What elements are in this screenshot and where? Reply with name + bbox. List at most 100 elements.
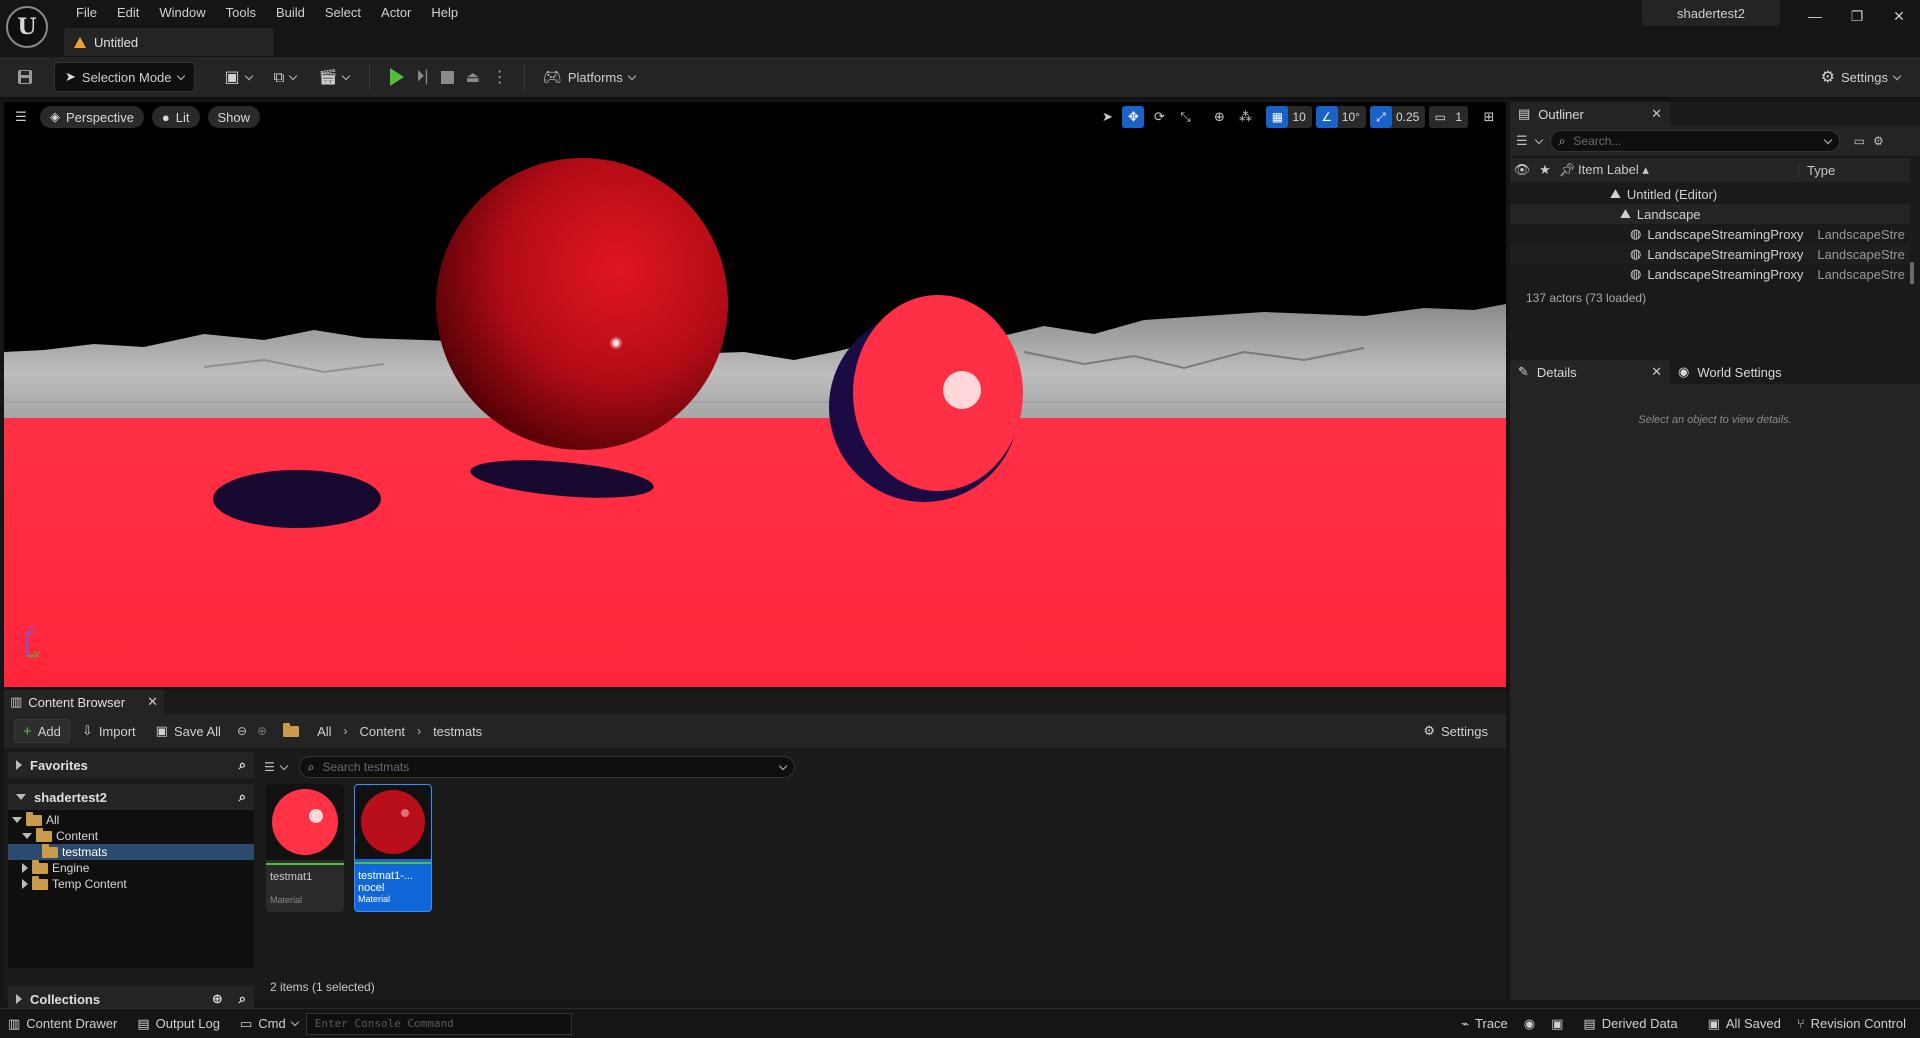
add-actor-button[interactable]: ▣ bbox=[219, 62, 258, 92]
view-mode-button[interactable]: ◈ Perspective bbox=[40, 106, 144, 128]
content-browser-tab[interactable]: ▥ Content Browser ✕ bbox=[4, 690, 164, 714]
outliner-row[interactable]: ⛰︎ Landscape bbox=[1510, 204, 1910, 224]
add-folder-icon[interactable]: ▭ bbox=[1854, 134, 1865, 148]
menu-actor[interactable]: Actor bbox=[371, 3, 421, 22]
asset-tile-selected[interactable]: testmat1-... nocel Material bbox=[354, 784, 432, 912]
screenshot-icon[interactable]: ▣ bbox=[1543, 1009, 1571, 1038]
surface-snap-icon[interactable]: ⁂ bbox=[1234, 106, 1256, 128]
outliner-row[interactable]: ◍ LandscapeStreamingProxy LandscapeStre bbox=[1510, 224, 1910, 244]
col-item-label[interactable]: Item Label ▴ bbox=[1578, 162, 1798, 178]
selection-mode-dropdown[interactable]: ➤ Selection Mode bbox=[54, 62, 195, 92]
details-tab[interactable]: ✎ Details ✕ bbox=[1510, 360, 1670, 384]
stop-button[interactable] bbox=[435, 62, 460, 92]
viewport-layout-icon[interactable]: ⊞ bbox=[1478, 106, 1500, 128]
blueprint-button[interactable]: ⧉ bbox=[268, 62, 303, 92]
chevron-down-icon[interactable] bbox=[279, 761, 289, 770]
content-drawer-button[interactable]: ▥ Content Drawer bbox=[0, 1009, 125, 1038]
menu-build[interactable]: Build bbox=[266, 3, 315, 22]
search-icon[interactable]: ⌕ bbox=[239, 789, 246, 805]
scene-render[interactable] bbox=[4, 102, 1506, 687]
eject-button[interactable]: ⏏ bbox=[460, 62, 486, 92]
folder-engine[interactable]: Engine bbox=[8, 859, 254, 876]
lighting-mode-button[interactable]: ● Lit bbox=[151, 106, 200, 128]
gear-icon[interactable]: ⚙ bbox=[1873, 134, 1884, 148]
rotate-icon[interactable]: ⟳ bbox=[1148, 106, 1170, 128]
outliner-tab[interactable]: ▤ Outliner ✕ bbox=[1510, 102, 1670, 126]
derived-data-button[interactable]: ▤ Derived Data bbox=[1575, 1009, 1685, 1038]
content-settings-button[interactable]: ⚙ Settings bbox=[1415, 719, 1496, 743]
close-icon[interactable]: ✕ bbox=[1651, 106, 1662, 122]
play-options-button[interactable]: ⋮ bbox=[486, 62, 514, 92]
folder-testmats[interactable]: testmats bbox=[8, 843, 254, 860]
play-button[interactable] bbox=[384, 62, 410, 92]
cinematics-button[interactable]: 🎬︎ bbox=[312, 62, 355, 92]
record-icon[interactable]: ◉ bbox=[1516, 1009, 1543, 1038]
asset-tile[interactable]: testmat1 Material bbox=[266, 784, 344, 912]
asset-search-input[interactable]: ⌕ Search testmats bbox=[298, 756, 795, 778]
folder-content[interactable]: Content bbox=[8, 827, 254, 844]
back-icon[interactable]: ⊖ bbox=[237, 724, 247, 738]
menu-help[interactable]: Help bbox=[421, 3, 468, 22]
breadcrumb-testmats[interactable]: testmats bbox=[425, 719, 490, 743]
folder-temp-content[interactable]: Temp Content bbox=[8, 875, 254, 892]
add-button[interactable]: + Add bbox=[14, 719, 70, 743]
advance-frame-button[interactable]: ⏵︎| bbox=[410, 62, 434, 92]
restore-icon[interactable]: ❐ bbox=[1838, 4, 1876, 28]
revision-control-button[interactable]: ⑂ Revision Control bbox=[1789, 1009, 1914, 1038]
filter-icon[interactable]: ☰ bbox=[264, 760, 275, 774]
menu-file[interactable]: File bbox=[66, 3, 107, 22]
menu-tools[interactable]: Tools bbox=[216, 3, 266, 22]
save-all-button[interactable]: ▣ Save All bbox=[148, 719, 229, 743]
scale-icon[interactable]: ⤡ bbox=[1174, 106, 1196, 128]
chevron-down-icon[interactable] bbox=[1534, 135, 1543, 144]
forward-icon[interactable]: ⊕ bbox=[257, 724, 267, 738]
folder-all[interactable]: All bbox=[8, 811, 254, 828]
search-icon[interactable]: ⌕ bbox=[239, 991, 246, 1007]
breadcrumb-content[interactable]: Content bbox=[352, 719, 414, 743]
platforms-dropdown[interactable]: 🎮︎ Platforms bbox=[537, 62, 641, 92]
cursor-icon: ➤ bbox=[65, 69, 76, 84]
close-icon[interactable]: ✕ bbox=[147, 694, 158, 710]
close-icon[interactable]: ✕ bbox=[1880, 4, 1918, 28]
camera-speed-button[interactable]: ▭ 1 bbox=[1429, 106, 1468, 128]
show-flags-button[interactable]: Show bbox=[207, 106, 261, 128]
outliner-row[interactable]: ◍ LandscapeStreamingProxy LandscapeStre bbox=[1510, 264, 1910, 284]
settings-dropdown[interactable]: ⚙ Settings bbox=[1815, 62, 1906, 92]
output-log-button[interactable]: ▤ Output Log bbox=[129, 1009, 228, 1038]
breadcrumb-all[interactable]: All bbox=[309, 719, 339, 743]
document-tab[interactable]: Untitled bbox=[64, 28, 274, 56]
menu-select[interactable]: Select bbox=[315, 3, 371, 22]
menu-edit[interactable]: Edit bbox=[107, 3, 149, 22]
favorites-header[interactable]: Favorites ⌕ bbox=[8, 752, 254, 778]
all-saved-button[interactable]: ▣ All Saved bbox=[1700, 1009, 1789, 1038]
rotation-snap-toggle[interactable]: ∠ 10° bbox=[1315, 106, 1366, 128]
outliner-search-input[interactable]: ⌕ Search... bbox=[1549, 130, 1840, 152]
outliner-row[interactable]: ◍ LandscapeStreamingProxy LandscapeStre bbox=[1510, 244, 1910, 264]
close-icon[interactable]: ✕ bbox=[1651, 364, 1662, 380]
save-icon[interactable] bbox=[10, 62, 40, 92]
filter-icon[interactable]: ☰ bbox=[1516, 133, 1528, 149]
select-cursor-icon[interactable]: ➤ bbox=[1096, 106, 1118, 128]
visibility-eye-icon[interactable]: 👁︎ bbox=[1510, 162, 1534, 178]
menu-window[interactable]: Window bbox=[149, 3, 215, 22]
level-viewport[interactable]: ☰ ◈ Perspective ● Lit Show ➤ ✥ ⟳ ⤡ ⊕ ⁂ ▦… bbox=[4, 102, 1506, 687]
console-command-input[interactable]: Enter Console Command bbox=[305, 1012, 572, 1035]
trace-button[interactable]: ⌁ Trace bbox=[1453, 1009, 1516, 1038]
hamburger-menu-icon[interactable]: ☰ bbox=[10, 106, 32, 128]
import-button[interactable]: ⇩ Import bbox=[74, 719, 144, 743]
add-collection-icon[interactable]: ⊕ bbox=[212, 991, 223, 1007]
world-local-icon[interactable]: ⊕ bbox=[1208, 106, 1230, 128]
star-icon[interactable]: ★ bbox=[1534, 162, 1556, 178]
translate-icon[interactable]: ✥ bbox=[1122, 106, 1145, 128]
cmd-dropdown[interactable]: ▭ Cmd bbox=[232, 1009, 306, 1038]
col-type[interactable]: Type bbox=[1798, 162, 1835, 178]
unreal-logo-icon[interactable]: U bbox=[6, 6, 48, 48]
outliner-row[interactable]: ⛰︎ Untitled (Editor) bbox=[1510, 184, 1910, 204]
project-header[interactable]: shadertest2 ⌕ bbox=[8, 784, 254, 810]
pin-icon[interactable]: 📌︎ bbox=[1556, 162, 1578, 178]
minimize-icon[interactable]: — bbox=[1796, 4, 1834, 28]
search-icon[interactable]: ⌕ bbox=[239, 757, 246, 773]
grid-snap-toggle[interactable]: ▦ 10 bbox=[1266, 106, 1312, 128]
scale-snap-toggle[interactable]: ⤢ 0.25 bbox=[1369, 106, 1426, 128]
world-settings-tab[interactable]: ◉ World Settings bbox=[1670, 360, 1790, 384]
